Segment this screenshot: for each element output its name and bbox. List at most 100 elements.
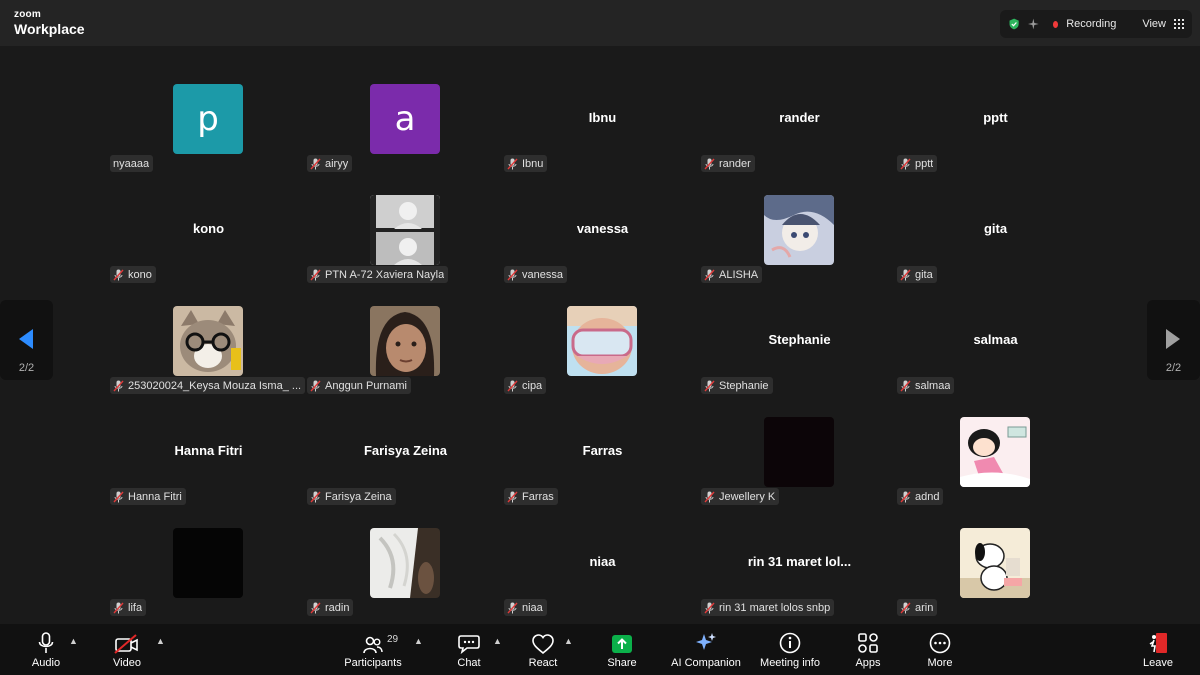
participant-tile[interactable]: niaa niaa [504,490,701,616]
participant-display-name: Hanna Fitri [174,443,243,458]
participant-tile[interactable]: Anggun Purnami [307,268,504,394]
participant-display-name: Farras [582,443,623,458]
participant-display-name: pptt [983,110,1008,125]
more-label: More [927,657,953,669]
participant-nametag: rin 31 maret lolos snbp [701,599,835,616]
profile-photo [370,306,440,376]
next-page-button[interactable]: 2/2 [1147,300,1200,380]
apps-label: Apps [855,657,881,669]
participant-tile[interactable]: salmaa salmaa [897,268,1094,394]
video-off-icon [114,634,138,654]
microphone-icon [38,632,54,653]
logo-small-text: zoom [14,9,41,20]
participant-tile[interactable]: Farisya Zeina Farisya Zeina [307,379,504,505]
participant-tile[interactable]: Farras Farras [504,379,701,505]
muted-mic-icon [704,602,715,613]
muted-mic-icon [310,602,321,613]
share-screen-button[interactable]: Share [605,624,639,675]
participant-display-name: rander [779,110,820,125]
chevron-right-icon [1166,329,1180,349]
shield-check-icon[interactable] [1008,16,1020,32]
leave-label: Leave [1143,657,1173,669]
page-indicator: 2/2 [1165,362,1182,374]
ai-sparkle-icon[interactable] [1028,17,1039,31]
status-panel: Recording View [1000,10,1192,38]
meeting-info-label: Meeting info [760,657,820,669]
participant-tile[interactable]: Stephanie Stephanie [701,268,898,394]
page-indicator: 2/2 [18,362,35,374]
participant-tile[interactable]: cipa [504,268,701,394]
participant-nametag: arin [897,599,938,616]
share-screen-icon [612,635,632,653]
profile-photo [370,528,440,598]
chat-label: Chat [457,657,481,669]
participant-tile[interactable]: Jewellery K [701,379,898,505]
participants-label: Participants [344,657,402,669]
participant-name: rin 31 maret lolos snbp [719,601,831,614]
chat-options-caret-icon[interactable]: ▲ [493,636,502,646]
participant-tile[interactable]: Hanna Fitri Hanna Fitri [110,379,307,505]
muted-mic-icon [507,602,518,613]
participant-display-name: gita [983,221,1008,236]
participant-tile[interactable]: pptt pptt [897,46,1094,172]
recording-dot-icon [1052,20,1059,28]
participant-tile[interactable]: adnd [897,379,1094,505]
profile-photo [370,195,440,265]
ai-companion-label: AI Companion [671,657,741,669]
participant-tile[interactable]: gita gita [897,157,1094,283]
participant-display-name: Farisya Zeina [363,443,448,458]
participant-display-name: vanessa [576,221,629,236]
logo-big-text: Workplace [14,21,85,37]
participant-tile[interactable]: p nyaaaa [110,46,307,172]
participant-display-name: Ibnu [588,110,617,125]
participant-tile[interactable]: ALISHA [701,157,898,283]
react-button[interactable]: React [525,624,561,675]
participant-tile[interactable]: rin 31 maret lol... rin 31 maret lolos s… [701,490,898,616]
audio-options-caret-icon[interactable]: ▲ [69,636,78,646]
react-label: React [528,657,558,669]
participants-button[interactable]: Participants [342,624,404,675]
profile-photo [764,195,834,265]
participant-tile[interactable]: radin [307,490,504,616]
participant-tile[interactable]: vanessa vanessa [504,157,701,283]
heart-icon [532,634,554,654]
ai-companion-sparkle-icon [696,633,716,650]
gallery-grid-icon[interactable] [1174,19,1184,29]
video-button[interactable]: Video [107,624,147,675]
meeting-info-button[interactable]: Meeting info [758,624,822,675]
chat-button[interactable]: Chat [452,624,486,675]
video-options-caret-icon[interactable]: ▲ [156,636,165,646]
apps-button[interactable]: Apps [852,624,884,675]
participant-display-name: niaa [589,554,616,569]
participant-tile[interactable]: 253020024_Keysa Mouza Isma_ ... [110,268,307,394]
chevron-left-icon [19,329,33,349]
participant-tile[interactable]: a airyy [307,46,504,172]
leave-button[interactable]: Leave [1142,624,1174,675]
ai-companion-button[interactable]: AI Companion [670,624,742,675]
participant-tile[interactable]: Ibnu Ibnu [504,46,701,172]
leave-door-icon [1149,633,1167,653]
participant-tile[interactable]: rander rander [701,46,898,172]
participant-nametag: lifa [110,599,147,616]
profile-photo [567,306,637,376]
audio-button[interactable]: Audio [26,624,66,675]
participant-display-name: Stephanie [768,332,831,347]
participant-tile[interactable]: arin [897,490,1094,616]
previous-page-button[interactable]: 2/2 [0,300,53,380]
recording-status[interactable]: Recording [1066,18,1116,30]
participants-options-caret-icon[interactable]: ▲ [414,636,423,646]
muted-mic-icon [900,602,911,613]
participant-tile[interactable]: lifa [110,490,307,616]
view-button-label[interactable]: View [1142,18,1166,30]
video-label: Video [113,657,141,669]
participant-tile[interactable]: PTN A-72 Xaviera Nayla [307,157,504,283]
participant-name: arin [915,601,934,614]
participant-name: lifa [128,601,143,614]
participants-icon [363,636,383,654]
react-options-caret-icon[interactable]: ▲ [564,636,573,646]
avatar: a [370,84,440,154]
participant-tile[interactable]: kono kono [110,157,307,283]
apps-icon [858,633,878,653]
more-button[interactable]: More [923,624,957,675]
participants-count: 29 [387,634,399,645]
